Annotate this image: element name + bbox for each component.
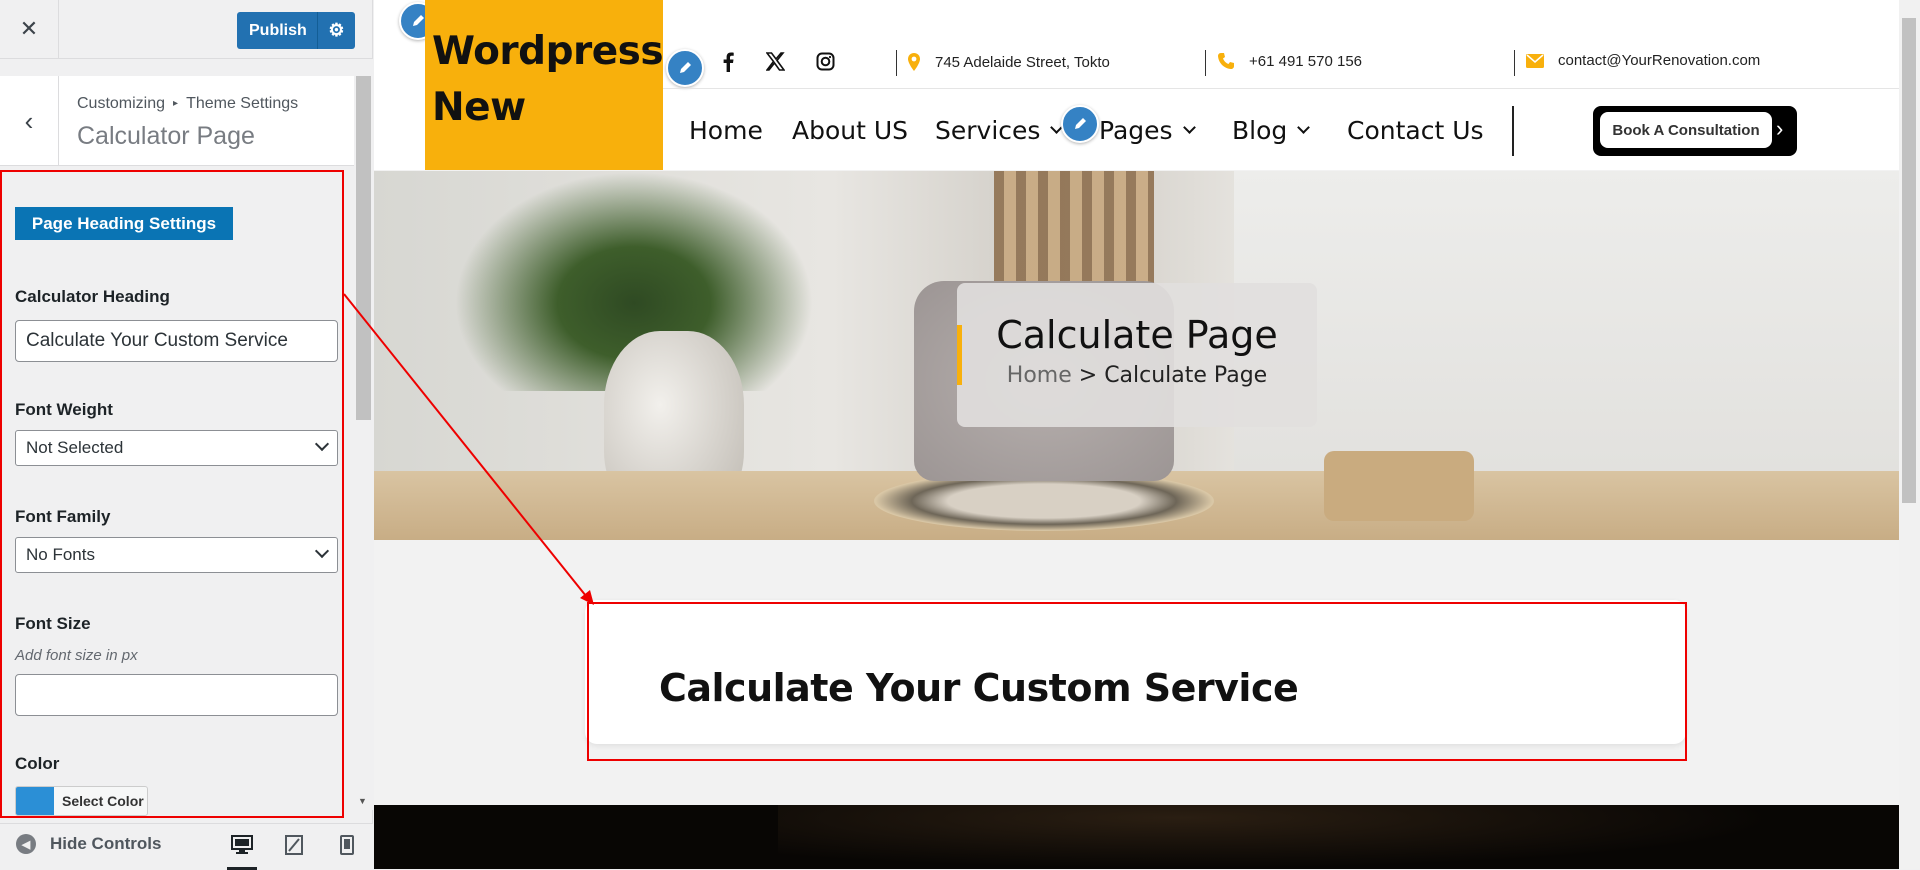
color-swatch: [16, 787, 54, 815]
font-size-description: Add font size in px: [15, 647, 138, 664]
font-family-label: Font Family: [15, 507, 111, 526]
hide-controls-label: Hide Controls: [50, 834, 162, 853]
heading-settings-panel: Page Heading Settings Calculator Heading…: [0, 170, 344, 818]
font-size-input[interactable]: [15, 674, 338, 716]
email-text: contact@YourRenovation.com: [1558, 52, 1761, 69]
nav-item-contact-us[interactable]: Contact Us: [1347, 116, 1484, 145]
breadcrumb: Customizing ▸ Theme Settings: [77, 95, 298, 113]
phone-text: +61 491 570 156: [1249, 52, 1363, 70]
breadcrumb-parent: Theme Settings: [186, 95, 299, 112]
breadcrumb-root: Customizing: [77, 95, 166, 112]
font-family-value: No Fonts: [26, 545, 95, 564]
phone-info: +61 491 570 156: [1217, 52, 1362, 70]
gear-icon: ⚙: [328, 20, 345, 40]
collapse-arrow-icon: ◀: [16, 834, 36, 854]
close-customizer-button[interactable]: ✕: [0, 0, 59, 58]
hero-breadcrumb: Home > Calculate Page: [957, 363, 1317, 388]
desktop-preview-button[interactable]: [227, 832, 257, 870]
publish-button[interactable]: Publish ⚙: [237, 12, 355, 49]
chevron-down-icon: [1182, 121, 1196, 134]
color-label: Color: [15, 754, 60, 773]
tablet-icon: [285, 835, 303, 855]
map-pin-icon: [908, 53, 920, 71]
close-icon: ✕: [19, 16, 39, 41]
hero-title: Calculate Page: [996, 313, 1278, 357]
logo-text: Wordpress New: [432, 29, 664, 130]
hero-title-card: Calculate Page Home > Calculate Page: [957, 283, 1317, 427]
font-family-select[interactable]: No Fonts: [15, 537, 338, 573]
customizer-header: ✕ Publish ⚙: [0, 0, 373, 59]
nav-item-blog[interactable]: Blog: [1232, 116, 1311, 145]
calculator-heading-label: Calculator Heading: [15, 287, 170, 306]
section-title: Calculator Page: [77, 122, 255, 150]
nav-item-label: Home: [689, 116, 763, 145]
highlight-box: [587, 602, 1687, 761]
font-weight-value: Not Selected: [26, 438, 124, 457]
phone-icon: [1218, 53, 1234, 69]
scroll-down-arrow-icon[interactable]: ▼: [358, 796, 367, 806]
publish-label: Publish: [249, 21, 307, 39]
chevron-right-icon: ›: [1776, 116, 1784, 141]
email-info: contact@YourRenovation.com: [1526, 52, 1760, 69]
nav-item-label: Services: [935, 116, 1041, 145]
hero-background-wall: [1234, 171, 1899, 471]
envelope-icon: [1526, 53, 1544, 68]
customizer-sidebar: ✕ Publish ⚙ ▲ ▼ ‹ Customizing▸Theme Sett…: [0, 0, 373, 870]
edit-shortcut-pencil-icon[interactable]: [666, 49, 704, 87]
font-weight-select[interactable]: Not Selected: [15, 430, 338, 466]
dark-section: [374, 805, 1899, 869]
hero-breadcrumb-home[interactable]: Home: [1007, 363, 1072, 388]
nav-item-label: About US: [792, 116, 909, 145]
nav-item-home[interactable]: Home: [689, 116, 763, 145]
cta-label: Book A Consultation: [1600, 112, 1772, 148]
hero-breadcrumb-current: Calculate Page: [1104, 363, 1268, 388]
desktop-icon: [231, 835, 253, 854]
customizer-footer: ◀ Hide Controls: [0, 823, 373, 870]
dark-section-glow: [778, 805, 1778, 869]
book-consultation-button[interactable]: Book A Consultation ›: [1593, 106, 1797, 156]
instagram-icon[interactable]: [816, 52, 835, 77]
preview-scroll-thumb[interactable]: [1902, 18, 1916, 503]
sidebar-scroll-thumb[interactable]: [356, 76, 371, 420]
hide-controls-button[interactable]: ◀ Hide Controls: [16, 834, 161, 854]
address-text: 745 Adelaide Street, Tokto: [935, 53, 1110, 71]
chevron-left-icon: ‹: [24, 105, 34, 136]
facebook-icon[interactable]: [721, 52, 735, 78]
hero-side-table: [1324, 451, 1474, 521]
nav-item-label: Contact Us: [1347, 116, 1484, 145]
mobile-icon: [340, 835, 354, 855]
nav-item-pages[interactable]: Pages: [1099, 116, 1196, 145]
nav-item-about-us[interactable]: About US: [792, 116, 908, 145]
address-info: 745 Adelaide Street, Tokto: [907, 52, 1110, 72]
nav-divider: [1512, 106, 1514, 156]
nav-item-label: Pages: [1099, 116, 1173, 145]
mobile-preview-button[interactable]: [332, 832, 362, 858]
section-header: ‹ Customizing ▸ Theme Settings Calculator …: [0, 76, 354, 166]
tablet-preview-button[interactable]: [279, 832, 309, 858]
chevron-down-icon: [1297, 121, 1311, 134]
divider: [1514, 50, 1515, 76]
page-heading-settings-label: Page Heading Settings: [15, 207, 233, 240]
hero-breadcrumb-separator: >: [1078, 363, 1098, 388]
x-icon[interactable]: [765, 52, 786, 77]
nav-item-services[interactable]: Services: [935, 116, 1064, 145]
select-color-button[interactable]: Select Color: [15, 786, 148, 816]
select-color-label: Select Color: [62, 793, 144, 809]
font-weight-label: Font Weight: [15, 400, 113, 419]
breadcrumb-separator: ▸: [173, 98, 179, 109]
chevron-down-icon: [314, 436, 330, 452]
edit-shortcut-pencil-icon[interactable]: [1061, 105, 1099, 143]
font-size-label: Font Size: [15, 614, 91, 633]
divider: [1205, 50, 1206, 76]
site-logo[interactable]: Wordpress New: [425, 0, 664, 170]
chevron-down-icon: [314, 543, 330, 559]
nav-item-label: Blog: [1232, 116, 1288, 145]
publish-settings-button[interactable]: ⚙: [317, 12, 355, 49]
divider: [896, 50, 897, 76]
calculator-heading-input[interactable]: Calculate Your Custom Service: [15, 320, 338, 362]
back-button[interactable]: ‹: [0, 76, 59, 166]
